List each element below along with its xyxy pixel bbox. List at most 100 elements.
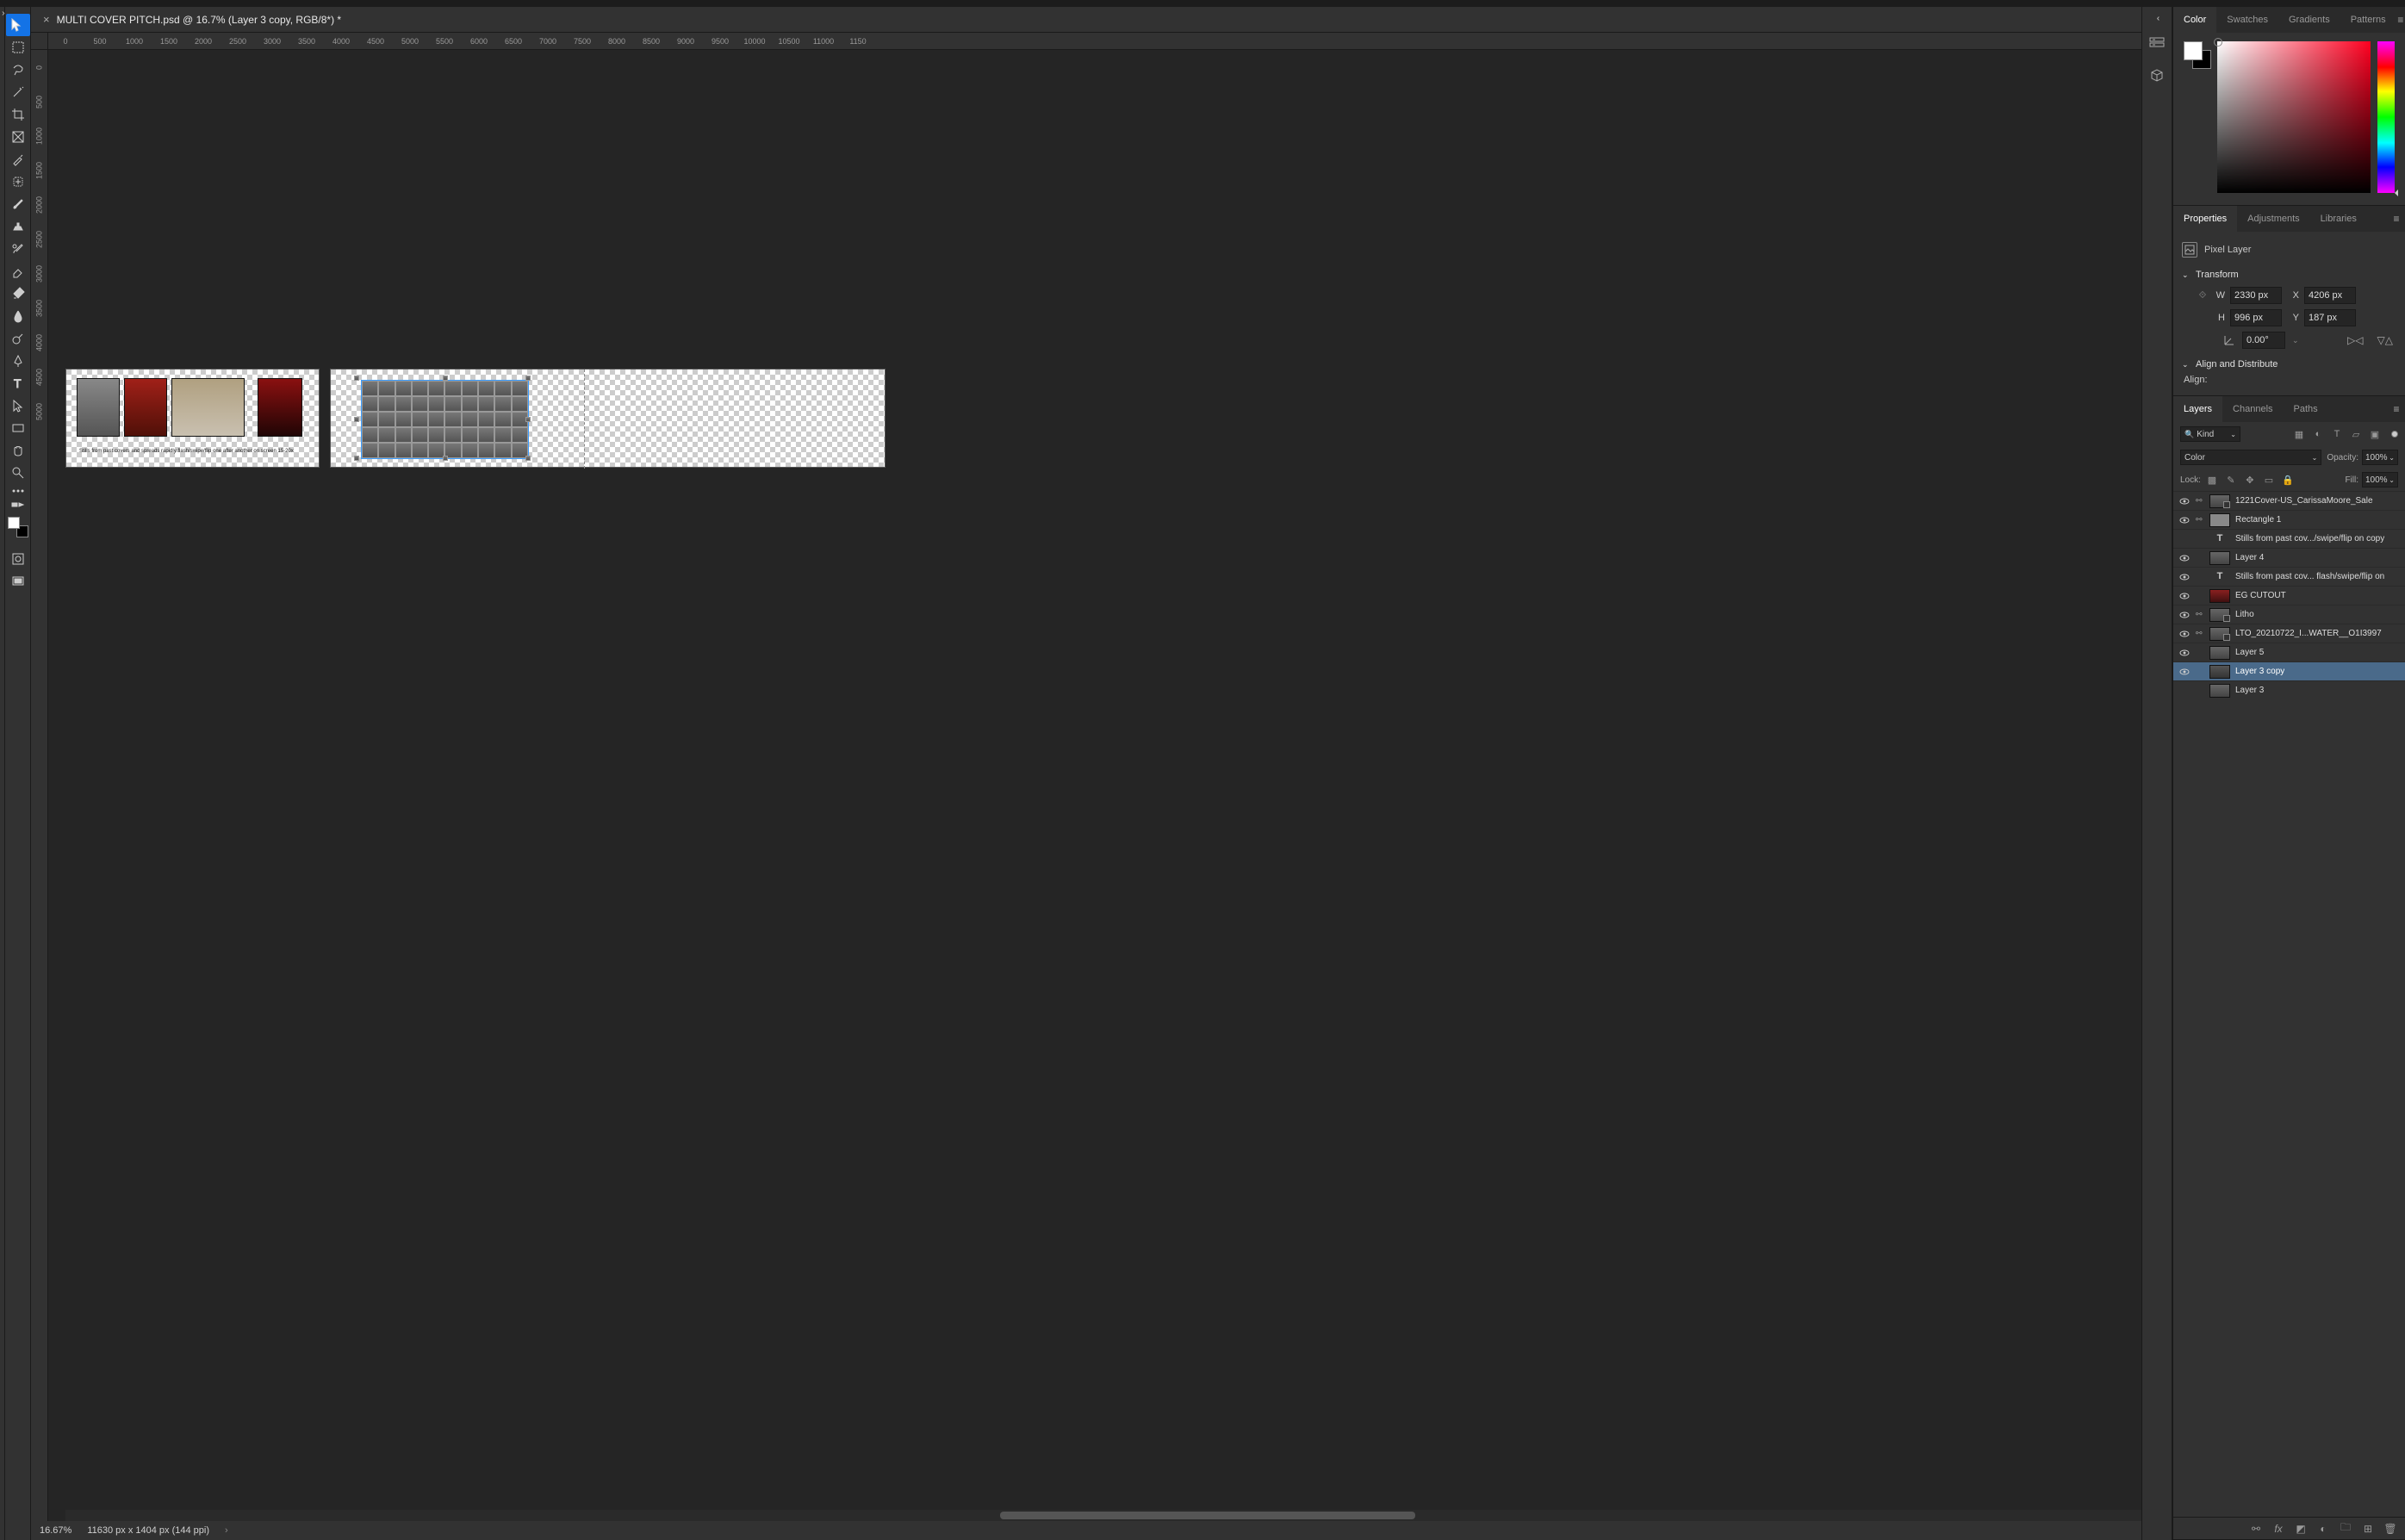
foreground-color-swatch[interactable] [8, 517, 20, 529]
clone-stamp-tool[interactable] [6, 215, 30, 238]
more-tools-icon[interactable] [6, 484, 30, 498]
color-picker-field[interactable] [2217, 41, 2371, 193]
brush-tool[interactable] [6, 193, 30, 215]
tab-adjustments[interactable]: Adjustments [2237, 206, 2310, 232]
layer-row[interactable]: Layer 3 [2173, 680, 2405, 699]
angle-dropdown-icon[interactable]: ⌄ [2292, 336, 2299, 345]
expand-left-panels-icon[interactable]: ›› [0, 7, 4, 20]
layer-thumbnail[interactable] [2209, 494, 2230, 508]
layer-row[interactable]: Layer 5 [2173, 643, 2405, 661]
zoom-level[interactable]: 16.67% [40, 1525, 71, 1536]
eyedropper-tool[interactable] [6, 148, 30, 171]
layer-row[interactable]: Layer 4 [2173, 548, 2405, 567]
lock-transparency-icon[interactable]: ▩ [2206, 474, 2218, 486]
crop-tool[interactable] [6, 103, 30, 126]
layer-row[interactable]: ⚯Rectangle 1 [2173, 510, 2405, 529]
lasso-tool[interactable] [6, 59, 30, 81]
height-input[interactable] [2230, 309, 2282, 326]
3d-panel-icon[interactable] [2147, 65, 2167, 85]
visibility-toggle-icon[interactable] [2178, 628, 2191, 640]
lock-position-icon[interactable]: ✥ [2244, 474, 2256, 486]
magic-wand-tool[interactable] [6, 81, 30, 103]
close-tab-icon[interactable]: × [43, 13, 50, 26]
opacity-input[interactable]: 100%⌄ [2362, 450, 2398, 465]
layer-row[interactable]: EG CUTOUT [2173, 586, 2405, 605]
tab-swatches[interactable]: Swatches [2216, 7, 2278, 33]
history-panel-icon[interactable] [2147, 34, 2167, 54]
layer-thumbnail[interactable] [2209, 646, 2230, 660]
rectangle-tool[interactable] [6, 417, 30, 439]
layer-thumbnail[interactable] [2209, 627, 2230, 641]
visibility-toggle-icon[interactable] [2178, 571, 2191, 583]
visibility-toggle-icon[interactable] [2178, 666, 2191, 678]
panel-menu-icon[interactable]: ≡ [2388, 206, 2405, 232]
layer-thumbnail[interactable]: T [2209, 532, 2230, 546]
quick-mask-toggle[interactable] [6, 548, 30, 570]
edit-toolbar-icon[interactable] [6, 498, 30, 512]
layer-row[interactable]: ⚯Litho [2173, 605, 2405, 624]
flip-horizontal-icon[interactable]: ▷◁ [2347, 334, 2363, 346]
layer-name[interactable]: Stills from past cov.../swipe/flip on co… [2235, 534, 2384, 543]
artboard-2[interactable] [330, 369, 886, 468]
artboard-1[interactable]: Stills from past covers and spreads rapi… [65, 369, 320, 468]
y-input[interactable] [2304, 309, 2356, 326]
width-input[interactable] [2230, 287, 2282, 304]
layer-thumbnail[interactable]: T [2209, 570, 2230, 584]
link-wh-icon[interactable]: ⟐ [2197, 290, 2208, 301]
color-fg-bg-swatch[interactable] [2184, 41, 2210, 196]
layer-name[interactable]: Rectangle 1 [2235, 515, 2281, 525]
layer-name[interactable]: Litho [2235, 610, 2254, 619]
blur-tool[interactable] [6, 305, 30, 327]
visibility-toggle-icon[interactable] [2178, 685, 2191, 697]
dodge-tool[interactable] [6, 327, 30, 350]
color-fg-swatch[interactable] [2184, 41, 2203, 60]
visibility-toggle-icon[interactable] [2178, 552, 2191, 564]
hand-tool[interactable] [6, 439, 30, 462]
lock-artboard-icon[interactable]: ▭ [2263, 474, 2275, 486]
panel-menu-icon[interactable]: ≡ [2388, 396, 2405, 422]
path-select-tool[interactable] [6, 394, 30, 417]
x-input[interactable] [2304, 287, 2356, 304]
angle-input[interactable] [2242, 332, 2285, 349]
add-mask-icon[interactable]: ◩ [2295, 1523, 2307, 1535]
zoom-tool[interactable] [6, 462, 30, 484]
tab-paths[interactable]: Paths [2284, 396, 2328, 422]
layer-row[interactable]: ⚯1221Cover-US_CarissaMoore_Sale [2173, 491, 2405, 510]
horizontal-ruler[interactable]: 0500100015002000250030003500400045005000… [48, 33, 2141, 50]
layer-row[interactable]: TStills from past cov... flash/swipe/fli… [2173, 567, 2405, 586]
visibility-toggle-icon[interactable] [2178, 514, 2191, 526]
lock-all-icon[interactable]: 🔒 [2282, 474, 2294, 486]
new-layer-icon[interactable]: ⊞ [2362, 1523, 2374, 1535]
layer-row[interactable]: T Stills from past cov.../swipe/flip on c… [2173, 529, 2405, 548]
layer-thumbnail[interactable] [2209, 684, 2230, 698]
filter-toggle[interactable] [2391, 431, 2398, 438]
layer-name[interactable]: EG CUTOUT [2235, 591, 2286, 600]
layer-name[interactable]: LTO_20210722_I...WATER__O1I3997 [2235, 629, 2382, 638]
horizontal-scrollbar[interactable] [65, 1510, 2141, 1521]
link-layers-icon[interactable]: ⚯ [2250, 1523, 2262, 1535]
ruler-origin[interactable] [31, 33, 48, 50]
tab-gradients[interactable]: Gradients [2278, 7, 2340, 33]
layer-thumbnail[interactable] [2209, 665, 2230, 679]
transform-section-header[interactable]: ⌄ Transform [2182, 266, 2396, 283]
visibility-toggle-icon[interactable] [2178, 590, 2191, 602]
new-group-icon[interactable]: 🗀 [2340, 1523, 2352, 1535]
healing-brush-tool[interactable] [6, 171, 30, 193]
tab-properties[interactable]: Properties [2173, 206, 2237, 232]
layer-name[interactable]: Layer 3 [2235, 686, 2264, 695]
eraser-tool[interactable] [6, 260, 30, 283]
document-tab[interactable]: × MULTI COVER PITCH.psd @ 16.7% (Layer 3… [31, 7, 353, 32]
blend-mode-select[interactable]: Color⌄ [2180, 450, 2321, 465]
fg-bg-color-swatch[interactable] [8, 517, 28, 537]
marquee-tool[interactable] [6, 36, 30, 59]
filter-shape-icon[interactable]: ▱ [2350, 428, 2362, 440]
frame-tool[interactable] [6, 126, 30, 148]
layer-thumbnail[interactable] [2209, 608, 2230, 622]
layer-name[interactable]: Layer 5 [2235, 648, 2264, 657]
move-tool[interactable] [6, 14, 30, 36]
collapse-dock-icon[interactable]: ‹‹ [2157, 14, 2158, 23]
layer-name[interactable]: Layer 3 copy [2235, 667, 2284, 676]
tab-patterns[interactable]: Patterns [2340, 7, 2396, 33]
align-distribute-section-header[interactable]: ⌄ Align and Distribute [2182, 356, 2396, 373]
tab-libraries[interactable]: Libraries [2310, 206, 2367, 232]
